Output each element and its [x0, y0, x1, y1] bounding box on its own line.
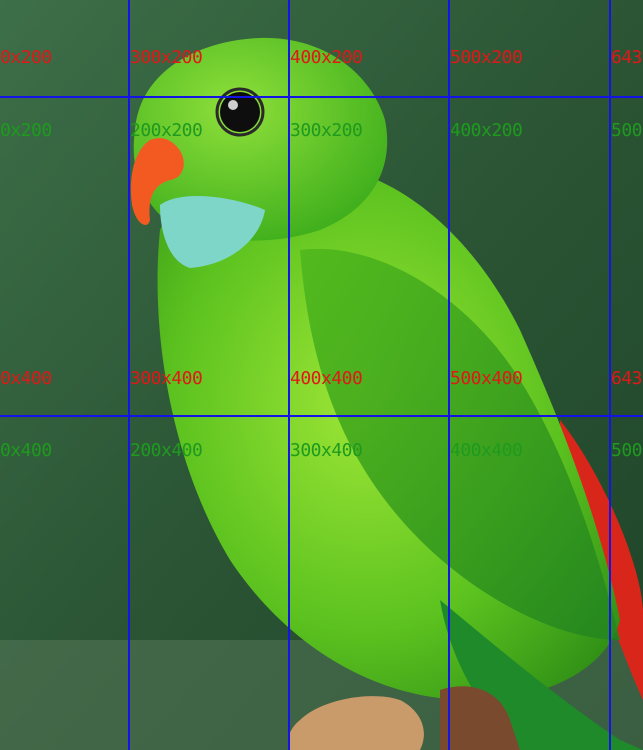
grid-label: 300x200 — [130, 47, 203, 68]
grid-label: 0x200 — [0, 47, 52, 68]
grid-label: 0x200 — [0, 120, 52, 141]
grid-label: 300x400 — [130, 368, 203, 389]
grid-label: 500 — [611, 440, 643, 461]
grid-label: 400x200 — [450, 120, 523, 141]
grid-line-horizontal — [0, 96, 643, 98]
grid-label: 0x400 — [0, 368, 52, 389]
annotated-parrot-image: 0x200 300x200 400x200 500x200 643 0x200 … — [0, 0, 643, 750]
grid-label: 200x400 — [130, 440, 203, 461]
grid-label: 300x200 — [290, 120, 363, 141]
grid-label: 300x400 — [290, 440, 363, 461]
grid-label: 500 — [611, 120, 643, 141]
grid-label: 400x200 — [290, 47, 363, 68]
grid-label: 200x200 — [130, 120, 203, 141]
grid-label: 643 — [611, 47, 643, 68]
grid-line-horizontal — [0, 415, 643, 417]
grid-label: 400x400 — [290, 368, 363, 389]
grid-label: 500x200 — [450, 47, 523, 68]
grid-label: 643 — [611, 368, 643, 389]
grid-label: 0x400 — [0, 440, 52, 461]
grid-label: 500x400 — [450, 368, 523, 389]
grid-label: 400x400 — [450, 440, 523, 461]
